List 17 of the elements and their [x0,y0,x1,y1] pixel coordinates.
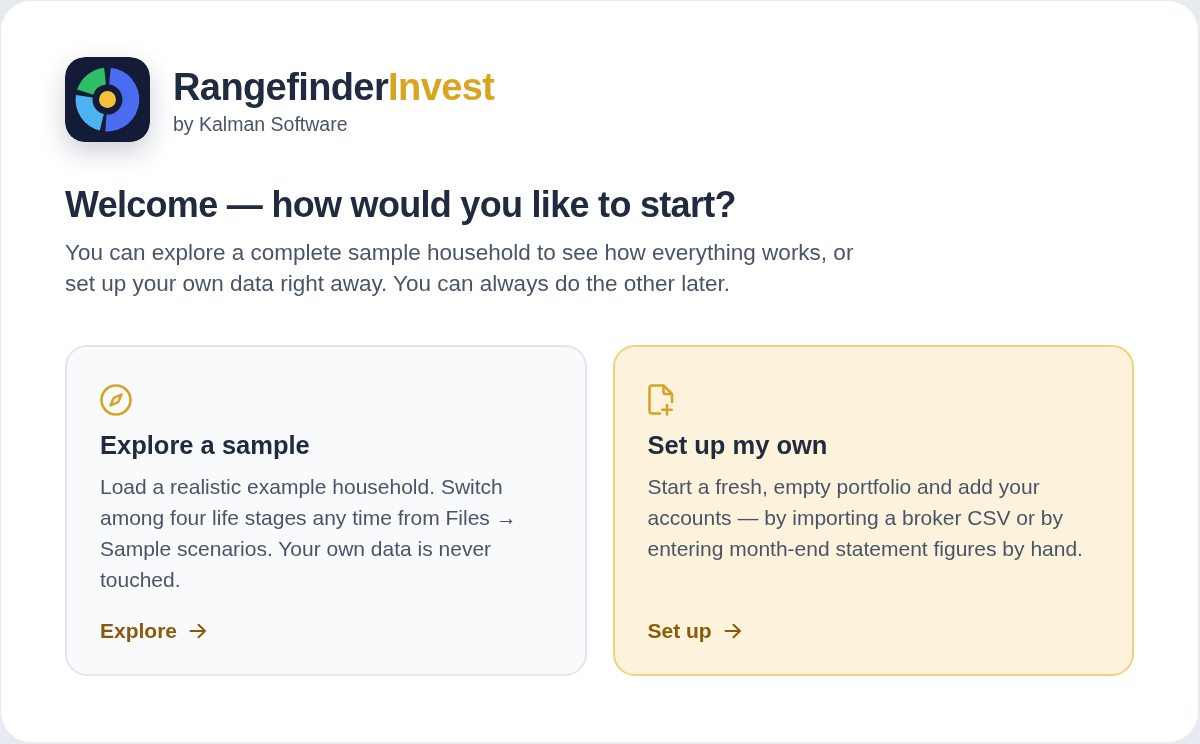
card-title: Set up my own [647,430,828,461]
app-subtitle: by Kalman Software [173,111,349,136]
welcome-intro: You can explore a complete sample household to see how everything works, or set up your own data right away. You can always do the other later. [65,239,855,298]
option-card[interactable]: Explore a sample Load a realistic example household. Switch among four life stages any time from Files → Sample scenarios. Your own data is never touched. Explore [65,345,587,676]
card-action-link[interactable]: Set up [647,618,742,644]
app-name: RangefinderInvest [173,65,495,108]
card-description: Load a realistic example household. Switch among four life stages any time from Files → Sample scenarios. Your own data is never touched. [100,474,518,593]
app-logo-icon [65,57,150,142]
card-action-link[interactable]: Explore [100,618,208,644]
welcome-heading: Welcome — how would you like to start? [65,184,737,226]
compass-icon [100,384,132,416]
arrow-right-icon [723,623,742,639]
card-description: Start a fresh, empty portfolio and add your accounts — by importing a broker CSV or by entering month-end statement figures by hand. [647,474,1084,562]
arrow-right-icon [189,623,208,639]
file-plus-icon [647,384,674,416]
card-title: Explore a sample [100,430,310,461]
option-card[interactable]: Set up my own Start a fresh, empty portfolio and add your accounts — by importing a broker CSV or by entering month-end statement figures by hand. Set up [612,345,1134,676]
